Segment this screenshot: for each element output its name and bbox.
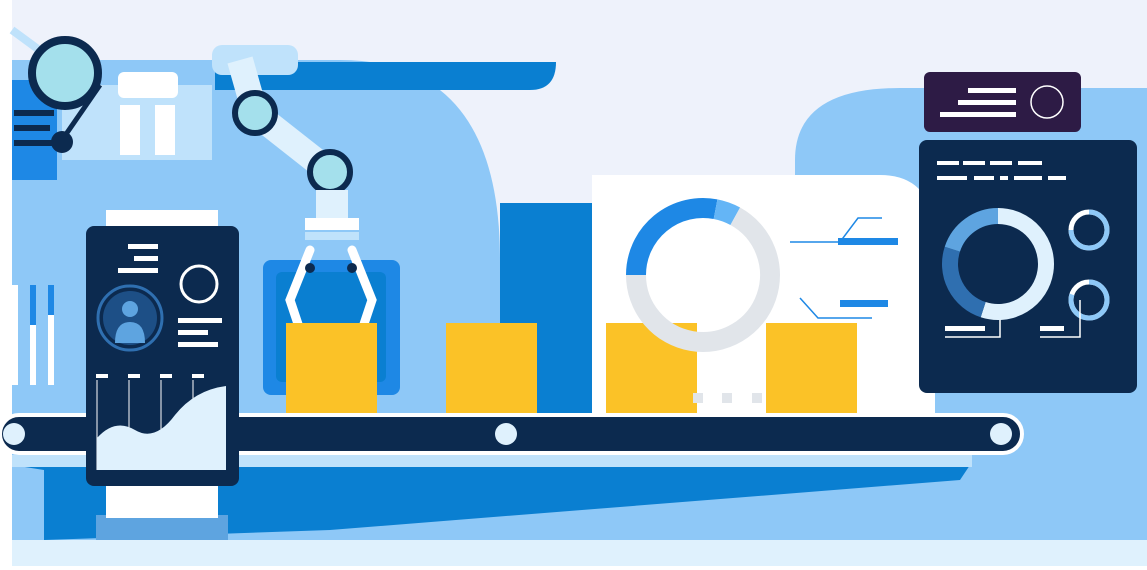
machine-leg [155, 105, 175, 155]
machine-leg [120, 105, 140, 155]
robot-gripper-plate [305, 218, 359, 230]
belt-roller [3, 423, 25, 445]
text-line [958, 100, 1016, 105]
text-line [963, 161, 985, 165]
gripper-bolt [305, 263, 315, 273]
indicator-bar [838, 238, 898, 245]
package-box [446, 323, 537, 415]
text-line [990, 161, 1012, 165]
panel-dot [693, 393, 703, 403]
text-line [128, 244, 158, 249]
robot-joint-icon [232, 90, 278, 136]
machine-cap [118, 72, 178, 98]
left-margin [0, 0, 12, 570]
gripper-bolt [347, 263, 357, 273]
robot-gripper-plate [305, 232, 359, 240]
side-bar-fill [48, 285, 54, 315]
panel-dot [752, 393, 762, 403]
machine-slot [14, 110, 54, 116]
robot-joint-icon [307, 149, 353, 195]
bottom-margin [0, 566, 1147, 570]
text-line [1018, 161, 1042, 165]
text-line [937, 176, 967, 180]
stand-base [96, 515, 228, 540]
package-box [286, 323, 377, 415]
factory-scene-svg [0, 0, 1147, 570]
text-line [118, 268, 158, 273]
tick [160, 374, 172, 378]
text-line [134, 256, 158, 261]
text-line [178, 330, 208, 335]
belt-roller [990, 423, 1012, 445]
indicator-bar [840, 300, 888, 307]
side-bar-fill [30, 285, 36, 325]
text-line [1014, 176, 1042, 180]
text-line [937, 161, 959, 165]
text-line [974, 176, 994, 180]
text-line [968, 88, 1016, 93]
robot-wrist [316, 190, 348, 220]
user-head-icon [122, 301, 138, 317]
text-line [178, 318, 222, 323]
factory-illustration [0, 0, 1147, 570]
text-line [178, 342, 218, 347]
text-line [945, 326, 985, 331]
floor [12, 540, 1147, 570]
text-line [1048, 176, 1066, 180]
ring-segment [713, 199, 741, 226]
side-bar [12, 285, 18, 385]
text-line [940, 112, 1016, 117]
machine-slot [14, 125, 50, 131]
tick [128, 374, 140, 378]
text-line [1000, 176, 1008, 180]
machine-slot [14, 140, 52, 146]
text-line [1040, 326, 1064, 331]
lens-joint-icon [28, 36, 102, 110]
tick [192, 374, 204, 378]
machine-pivot [51, 131, 73, 153]
belt-roller [495, 423, 517, 445]
tick [96, 374, 108, 378]
package-box [766, 323, 857, 415]
panel-dot [722, 393, 732, 403]
